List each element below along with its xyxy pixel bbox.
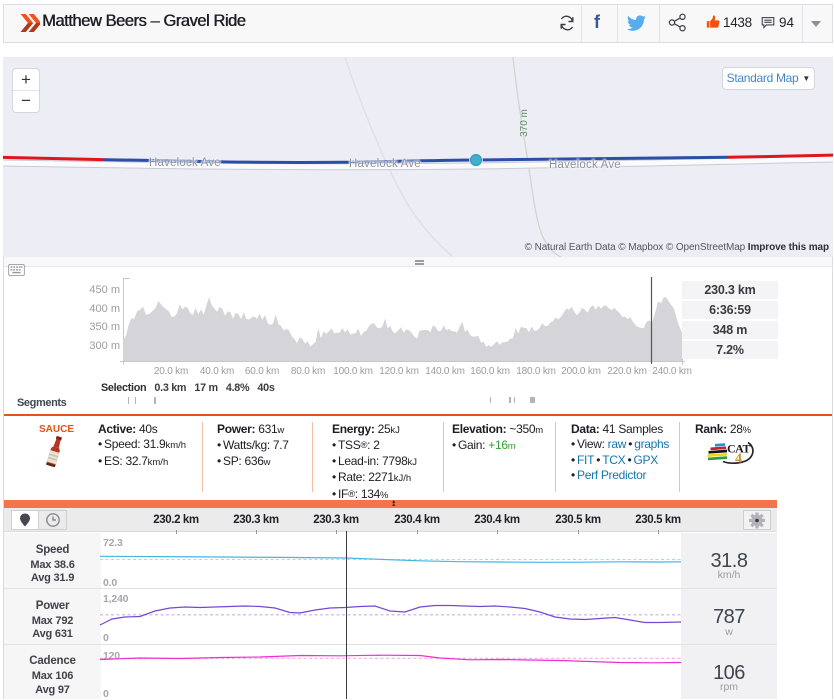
svg-text:4: 4 <box>735 452 742 467</box>
svg-text:370 m: 370 m <box>519 109 530 137</box>
